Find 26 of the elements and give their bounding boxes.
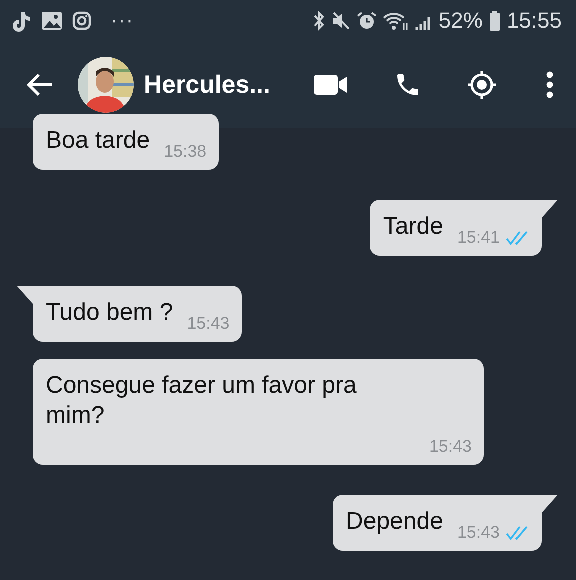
back-arrow-icon[interactable]: [26, 73, 54, 97]
contact-name[interactable]: Hercules...: [144, 70, 270, 100]
message-text: Tarde: [383, 212, 444, 242]
more-notifications: ···: [111, 10, 134, 32]
message-time: 15:43: [429, 437, 472, 457]
battery-percentage: 52%: [438, 8, 483, 34]
wifi-icon: [382, 11, 409, 31]
message-text: Boa tarde: [46, 126, 150, 156]
music-note-icon: [12, 10, 32, 32]
message-time: 15:43: [187, 314, 230, 334]
clock: 15:55: [506, 8, 562, 34]
more-options-icon[interactable]: [546, 71, 554, 99]
message-text: Consegue fazer um favor pra mim?: [46, 371, 358, 431]
image-icon: [41, 11, 63, 31]
mute-icon: [330, 11, 351, 31]
message-text: Tudo bem ?: [46, 298, 174, 328]
message-time: 15:43: [457, 523, 500, 543]
video-call-icon[interactable]: [314, 74, 348, 96]
message-text: Depende: [346, 507, 444, 537]
location-icon[interactable]: [466, 69, 498, 101]
battery-icon: [488, 11, 501, 31]
message-time: 15:41: [457, 228, 500, 248]
camera-icon: [72, 11, 92, 31]
alarm-icon: [356, 11, 377, 31]
message-time: 15:38: [164, 142, 207, 162]
bluetooth-icon: [312, 11, 325, 31]
